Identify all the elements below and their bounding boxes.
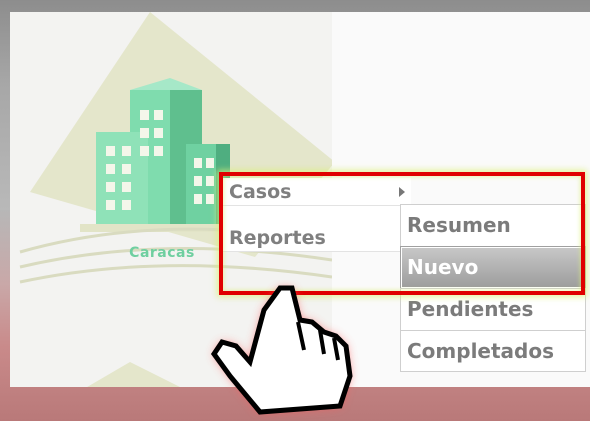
- menu-item-casos[interactable]: Casos: [223, 178, 411, 206]
- main-menu: Casos Reportes: [222, 178, 411, 252]
- logo-city-name: Caracas: [129, 245, 195, 261]
- menu-item-reportes[interactable]: Reportes: [223, 224, 411, 252]
- casos-submenu: Resumen Nuevo Pendientes Completados: [400, 204, 586, 372]
- submenu-item-pendientes[interactable]: Pendientes: [400, 288, 586, 330]
- submenu-arrow-icon: [399, 187, 405, 197]
- hand-pointer-icon: [210, 285, 353, 415]
- submenu-item-completados[interactable]: Completados: [400, 330, 586, 372]
- submenu-item-resumen[interactable]: Resumen: [400, 204, 586, 246]
- menu-item-label: Casos: [229, 181, 292, 203]
- submenu-item-nuevo[interactable]: Nuevo: [400, 246, 586, 288]
- menu-item-label: Reportes: [229, 227, 326, 249]
